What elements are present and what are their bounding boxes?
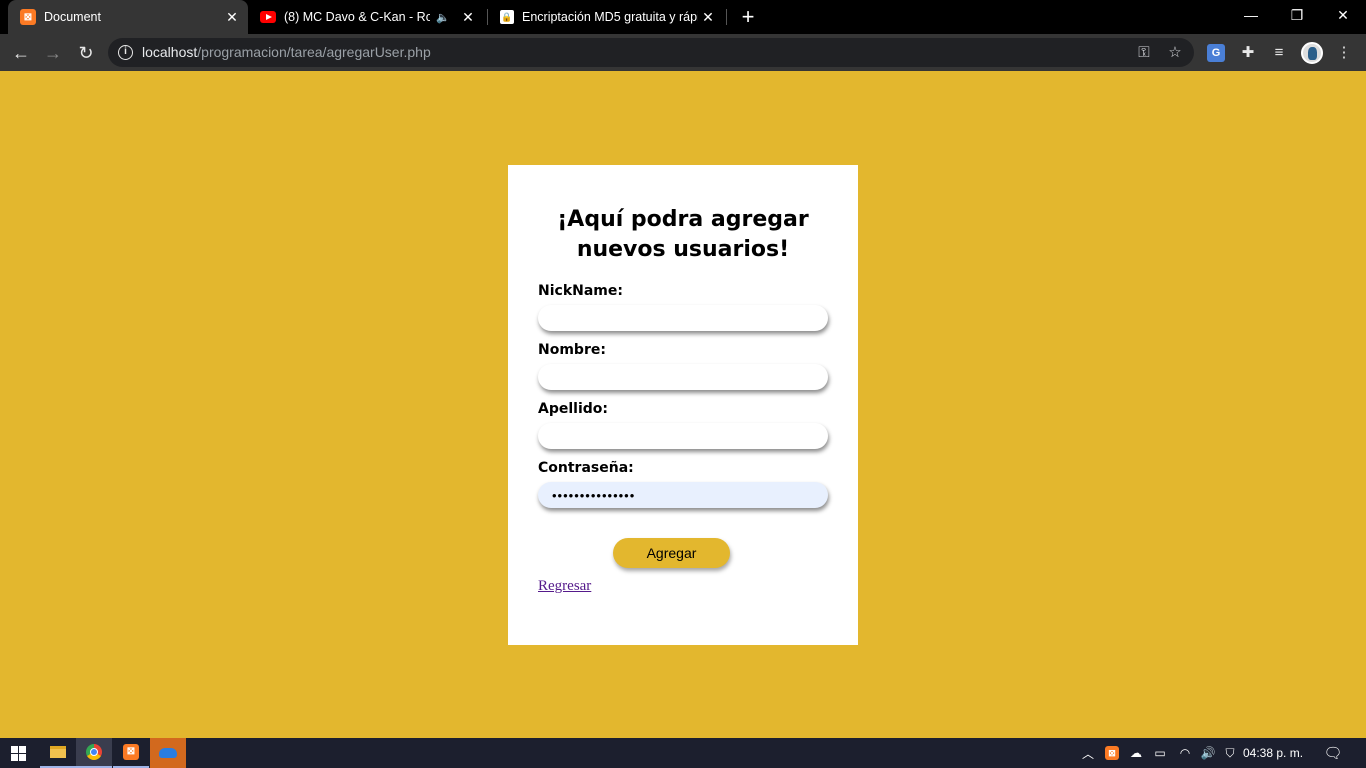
extensions-puzzle-icon[interactable]: ✚ xyxy=(1237,42,1259,64)
onedrive-taskbar-icon[interactable] xyxy=(150,738,186,768)
apellido-label: Apellido: xyxy=(538,401,608,417)
star-icon[interactable]: ☆ xyxy=(1165,43,1185,63)
tab-separator xyxy=(726,9,727,25)
page-title: ¡Aquí podra agregar nuevos usuarios! xyxy=(557,207,809,262)
tab-title: Document xyxy=(44,10,101,24)
new-tab-button[interactable]: + xyxy=(736,5,760,29)
xampp-taskbar-icon[interactable]: ⊠ xyxy=(113,738,149,768)
agregar-button[interactable]: Agregar xyxy=(613,538,730,568)
password-input[interactable] xyxy=(538,482,828,508)
chrome-icon[interactable] xyxy=(76,738,112,768)
tab-title: (8) MC Davo & C-Kan - Roun xyxy=(284,10,431,24)
info-icon[interactable]: i xyxy=(118,45,133,60)
key-icon[interactable]: ⚿ xyxy=(1134,43,1154,63)
lock-icon: 🔒 xyxy=(500,10,514,24)
battery-icon[interactable]: ▭ xyxy=(1150,738,1170,768)
profile-avatar[interactable] xyxy=(1301,42,1323,64)
windows-taskbar: ⊠ ︿ ⊠ ☁ ▭ ◠ 🔊 ⛉ 04:38 p. m. 🗨 xyxy=(0,738,1366,768)
taskbar-clock[interactable]: 04:38 p. m. xyxy=(1243,738,1303,768)
url-text[interactable]: localhost/programacion/tarea/agregarUser… xyxy=(142,44,431,60)
media-queue-icon[interactable]: ≡ xyxy=(1268,42,1290,64)
wifi-icon[interactable]: ◠ xyxy=(1174,738,1196,768)
menu-kebab-icon[interactable]: ⋮ xyxy=(1333,42,1355,64)
tab-document[interactable]: ⊠ Document ✕ xyxy=(8,0,248,34)
windows-start-icon[interactable] xyxy=(0,738,36,768)
back-arrow-icon[interactable]: ← xyxy=(8,40,34,66)
show-hidden-icons-chevron-icon[interactable]: ︿ xyxy=(1078,738,1098,768)
security-shield-icon[interactable]: ⛉ xyxy=(1220,738,1240,768)
address-bar[interactable]: i localhost/programacion/tarea/agregarUs… xyxy=(108,38,1194,67)
close-icon[interactable]: ✕ xyxy=(698,9,718,26)
add-user-card: ¡Aquí podra agregar nuevos usuarios! Nic… xyxy=(508,165,858,645)
nickname-input[interactable] xyxy=(538,305,828,331)
url-host: localhost xyxy=(142,44,198,60)
nombre-label: Nombre: xyxy=(538,342,606,358)
xampp-tray-icon[interactable]: ⊠ xyxy=(1102,738,1122,768)
close-window-button[interactable]: ✕ xyxy=(1320,0,1366,32)
nombre-input[interactable] xyxy=(538,364,828,390)
xampp-icon: ⊠ xyxy=(20,9,36,25)
notification-center-icon[interactable]: 🗨 xyxy=(1322,738,1344,768)
apellido-input[interactable] xyxy=(538,423,828,449)
onedrive-cloud-icon[interactable]: ☁ xyxy=(1126,738,1146,768)
youtube-icon xyxy=(260,11,276,23)
browser-toolbar: ← → ↻ i localhost/programacion/tarea/agr… xyxy=(0,34,1366,71)
volume-icon[interactable]: 🔊 xyxy=(1198,738,1218,768)
browser-tab-strip: ⊠ Document ✕ (8) MC Davo & C-Kan - Roun … xyxy=(0,0,1366,34)
reload-icon[interactable]: ↻ xyxy=(73,40,99,66)
minimize-button[interactable]: — xyxy=(1228,0,1274,32)
regresar-link[interactable]: Regresar xyxy=(538,578,591,595)
nickname-label: NickName: xyxy=(538,283,623,299)
close-icon[interactable]: ✕ xyxy=(458,9,478,26)
close-icon[interactable]: ✕ xyxy=(222,9,242,26)
speaker-icon[interactable]: 🔈 xyxy=(436,11,450,24)
tab-md5[interactable]: 🔒 Encriptación MD5 gratuita y rápi ✕ xyxy=(488,0,724,34)
url-path: /programacion/tarea/agregarUser.php xyxy=(197,44,431,60)
forward-arrow-icon[interactable]: → xyxy=(40,40,66,66)
tab-youtube[interactable]: (8) MC Davo & C-Kan - Roun 🔈 ✕ xyxy=(248,0,484,34)
google-translate-icon[interactable]: G xyxy=(1207,44,1225,62)
tab-title: Encriptación MD5 gratuita y rápi xyxy=(522,10,698,24)
restore-button[interactable]: ❐ xyxy=(1274,0,1320,32)
password-label: Contraseña: xyxy=(538,460,634,476)
file-explorer-icon[interactable] xyxy=(40,738,76,768)
